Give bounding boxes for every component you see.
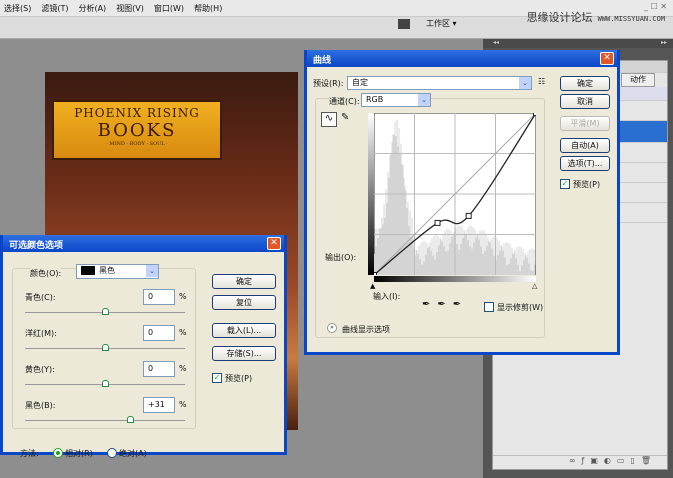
panel-dock-header[interactable]: ◂◂ ▸▸: [483, 39, 673, 48]
slider-value-input[interactable]: 0: [143, 289, 175, 305]
eyedropper-icons[interactable]: ✒✒✒: [422, 299, 468, 310]
preset-select[interactable]: 自定 ⌄: [347, 76, 532, 90]
watermark: 思缘设计论坛 WWW.MISSYUAN.COM: [526, 11, 665, 24]
percent-label: %: [179, 328, 187, 337]
slider-label: 青色(C):: [25, 293, 56, 302]
color-slider[interactable]: [25, 380, 185, 387]
white-point-slider[interactable]: △: [532, 282, 537, 290]
curve-point[interactable]: [533, 113, 537, 116]
slider-label: 黄色(Y):: [25, 365, 55, 374]
curve-point[interactable]: [465, 212, 472, 219]
selective-title-bar[interactable]: 可选颜色选项 ✕: [3, 235, 284, 252]
slider-value-input[interactable]: 0: [143, 361, 175, 377]
channel-label: 通道(C):: [329, 96, 360, 107]
preview-label: 预览(P): [225, 374, 253, 383]
load-button[interactable]: 载入(L)...: [212, 323, 276, 338]
ok-button[interactable]: 确定: [212, 274, 276, 289]
curve-point-tool-icon[interactable]: ∿: [321, 112, 337, 127]
photo-sign: PHOENIX RISING BOOKS · MIND · BODY · SOUL …: [52, 100, 222, 160]
black-point-slider[interactable]: ▲: [370, 282, 375, 290]
close-icon[interactable]: ✕: [267, 237, 281, 250]
menu-help[interactable]: 帮助(H): [194, 3, 222, 14]
menu-analysis[interactable]: 分析(A): [78, 3, 106, 14]
percent-label: %: [179, 292, 187, 301]
menu-filter[interactable]: 滤镜(T): [41, 3, 68, 14]
slider-thumb[interactable]: [102, 308, 109, 315]
workspace-label: 工作区 ▾: [426, 19, 457, 28]
relative-label: 相对(R): [65, 449, 93, 458]
percent-label: %: [179, 364, 187, 373]
workspace-switcher[interactable]: 工作区 ▾: [398, 18, 457, 29]
percent-label: %: [179, 400, 187, 409]
curve-graph[interactable]: [374, 113, 536, 275]
tab-actions[interactable]: 动作: [621, 73, 655, 87]
absolute-radio[interactable]: [107, 448, 117, 458]
pencil-tool-icon[interactable]: ✎: [341, 112, 349, 123]
input-gradient: [374, 276, 536, 282]
show-clipping-checkbox[interactable]: [484, 302, 494, 312]
color-swatch: [81, 266, 95, 275]
menu-view[interactable]: 视图(V): [116, 3, 144, 14]
curve-point[interactable]: [374, 272, 377, 276]
panel-footer-icons[interactable]: ∞ƒ▣◐▭▯🗑: [493, 455, 667, 469]
curve-point[interactable]: [434, 219, 441, 226]
preset-label: 预设(R):: [313, 79, 344, 88]
slider-label: 黑色(B):: [25, 401, 56, 410]
menu-select[interactable]: 选择(S): [4, 3, 31, 14]
selective-color-dialog: 可选颜色选项 ✕ 颜色(O): 黑色 ⌄ 青色(C): 0 % 洋红(M): 0 %…: [0, 235, 287, 458]
relative-radio[interactable]: [53, 448, 63, 458]
channel-select[interactable]: RGB ⌄: [361, 93, 431, 107]
color-slider[interactable]: [25, 308, 185, 315]
curve-display-options[interactable]: 曲线显示选项: [342, 324, 390, 335]
reset-button[interactable]: 复位: [212, 295, 276, 310]
slider-value-input[interactable]: +31: [143, 397, 175, 413]
input-label: 输入(I):: [373, 292, 401, 301]
chevron-down-icon: ⌄: [519, 77, 531, 89]
auto-button[interactable]: 自动(A): [560, 138, 610, 153]
show-clipping-label: 显示修剪(W): [497, 303, 544, 312]
color-label: 颜色(O):: [30, 268, 62, 279]
close-icon[interactable]: ✕: [600, 52, 614, 65]
curves-dialog: 曲线 ✕ 预设(R): 自定 ⌄ ☷ 通道(C): RGB ⌄ ∿ ✎ 输出(O): …: [304, 50, 620, 355]
ok-button[interactable]: 确定: [560, 76, 610, 91]
chevron-down-icon: ⌄: [146, 265, 158, 277]
color-slider[interactable]: [25, 416, 185, 423]
workspace-icon: [398, 18, 410, 29]
absolute-label: 绝对(A): [119, 449, 147, 458]
output-label: 输出(O):: [325, 253, 357, 262]
chevron-down-icon: ⌄: [418, 94, 430, 106]
slider-value-input[interactable]: 0: [143, 325, 175, 341]
preview-label: 预览(P): [573, 180, 601, 189]
slider-thumb[interactable]: [102, 344, 109, 351]
slider-label: 洋红(M):: [25, 329, 57, 338]
preset-options-icon[interactable]: ☷: [538, 77, 545, 86]
preview-checkbox[interactable]: ✓: [212, 373, 222, 383]
expand-icon[interactable]: »: [327, 323, 337, 333]
options-button[interactable]: 选项(T)...: [560, 156, 610, 171]
cancel-button[interactable]: 取消: [560, 94, 610, 109]
color-slider[interactable]: [25, 344, 185, 351]
menu-window[interactable]: 窗口(W): [154, 3, 184, 14]
save-button[interactable]: 存储(S)...: [212, 346, 276, 361]
slider-thumb[interactable]: [102, 380, 109, 387]
curves-title-bar[interactable]: 曲线 ✕: [307, 50, 617, 67]
smooth-button[interactable]: 平滑(M): [560, 116, 610, 131]
preview-checkbox[interactable]: ✓: [560, 179, 570, 189]
color-select[interactable]: 黑色 ⌄: [76, 264, 159, 279]
slider-thumb[interactable]: [126, 416, 134, 423]
method-label: 方法:: [20, 449, 39, 458]
